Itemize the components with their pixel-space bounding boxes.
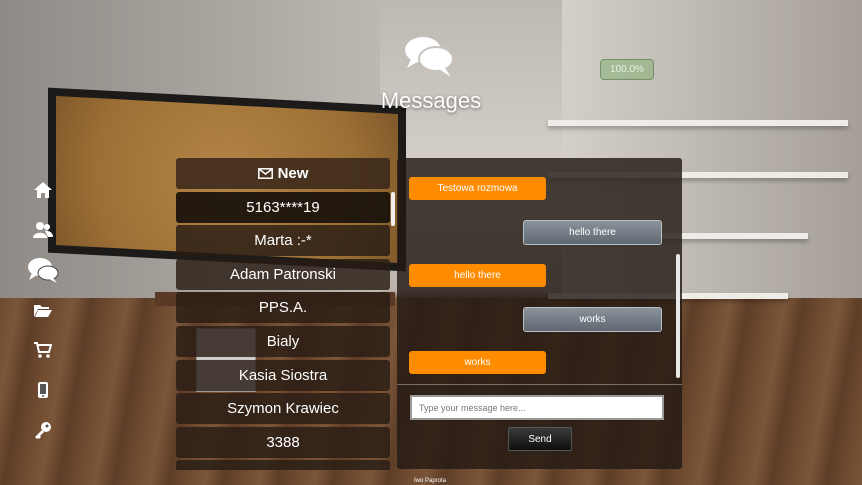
contact-item[interactable]: Marta :-*: [176, 225, 390, 257]
contact-item[interactable]: 3388: [176, 426, 390, 458]
home-icon: [34, 182, 52, 198]
chat-panel: Testowa rozmowa hello there hello there …: [397, 158, 682, 469]
mobile-phone-icon: [38, 382, 48, 398]
page-title: Messages: [380, 88, 482, 113]
nav-contacts[interactable]: [26, 210, 60, 250]
message-incoming: Testowa rozmowa: [409, 177, 546, 200]
chat-bubbles-icon: [405, 37, 454, 77]
chat-bubbles-icon: [28, 258, 59, 283]
side-nav: [26, 170, 60, 450]
contact-item-partial[interactable]: [176, 460, 390, 470]
contact-item[interactable]: PPS.A.: [176, 292, 390, 324]
chat-divider: [397, 384, 682, 385]
chat-scrollbar[interactable]: [676, 254, 680, 378]
footer-credit: Iwo Paprota: [414, 478, 447, 484]
envelope-icon: [257, 168, 273, 179]
message-incoming: hello there: [409, 264, 546, 287]
nav-mobile[interactable]: [26, 370, 60, 410]
users-icon: [33, 222, 53, 238]
key-icon: [35, 422, 51, 439]
contact-item[interactable]: Adam Patronski: [176, 258, 390, 290]
shelf-decoration: [548, 120, 848, 126]
contact-item[interactable]: Bialy: [176, 325, 390, 357]
message-incoming: works: [409, 351, 546, 374]
percent-badge: 100.0%: [600, 59, 654, 80]
new-message-button[interactable]: New: [176, 158, 390, 189]
folder-open-icon: [34, 305, 52, 317]
nav-home[interactable]: [26, 170, 60, 210]
nav-shop[interactable]: [26, 330, 60, 370]
contact-item[interactable]: 5163****19: [176, 191, 390, 223]
send-button[interactable]: Send: [508, 427, 572, 451]
contact-item[interactable]: Szymon Krawiec: [176, 393, 390, 425]
nav-key[interactable]: [26, 410, 60, 450]
message-input[interactable]: [410, 395, 664, 420]
contact-list: New 5163****19 Marta :-* Adam Patronski …: [176, 158, 390, 470]
new-message-label: New: [277, 165, 309, 182]
contact-item[interactable]: Kasia Siostra: [176, 359, 390, 391]
nav-messages[interactable]: [26, 250, 60, 290]
nav-files[interactable]: [26, 290, 60, 330]
shopping-cart-icon: [34, 342, 52, 358]
message-outgoing: hello there: [523, 220, 662, 245]
contact-list-scrollbar[interactable]: [391, 192, 395, 226]
message-outgoing: works: [523, 307, 662, 332]
